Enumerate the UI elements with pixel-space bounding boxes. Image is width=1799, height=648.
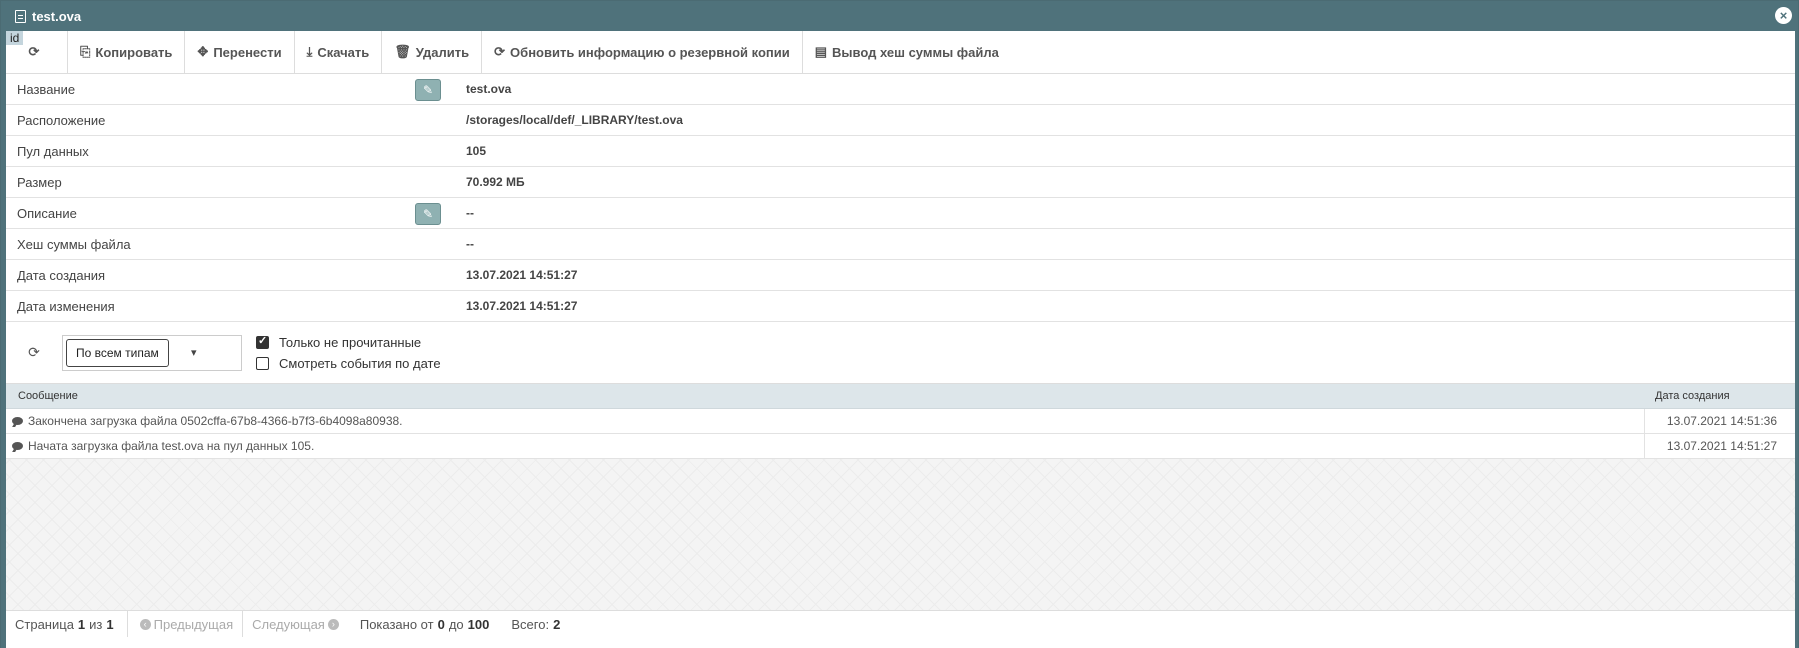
window-title: test.ova xyxy=(32,8,82,24)
next-page-button[interactable]: Следующая › xyxy=(243,611,351,637)
event-date: 13.07.2021 14:51:36 xyxy=(1666,414,1777,428)
prop-row-name: Название ✎ test.ova xyxy=(6,74,1795,105)
window-content: ⟳ ⎘ Копировать ✥ Перенести ⤓ Скачать 🗑 Удали… xyxy=(6,31,1795,648)
refresh-backup-label: Обновить информацию о резервной копии xyxy=(510,44,790,60)
only-unread-option: Только не прочитанные xyxy=(256,334,441,350)
page-of: из xyxy=(89,616,103,632)
shown-label: Показано от xyxy=(359,616,434,632)
toolbar: ⟳ ⎘ Копировать ✥ Перенести ⤓ Скачать 🗑 Удали… xyxy=(6,31,1795,74)
prop-label: Дата создания xyxy=(17,267,106,283)
move-label: Перенести xyxy=(213,44,282,60)
page-count: 1 xyxy=(106,616,114,632)
shown-to-label: до xyxy=(448,616,464,632)
prop-row-size: Размер 70.992 МБ xyxy=(6,167,1795,198)
chevron-down-icon[interactable]: ▾ xyxy=(191,346,197,359)
file-icon xyxy=(15,9,26,23)
event-message: Закончена загрузка файла 0502cffa-67b8-4… xyxy=(28,414,403,428)
refresh-icon: ⟳ xyxy=(494,44,506,59)
by-date-checkbox[interactable] xyxy=(256,356,269,370)
delete-button[interactable]: 🗑 Удалить xyxy=(382,31,483,73)
refresh-backup-button[interactable]: ⟳ Обновить информацию о резервной копии xyxy=(482,31,803,73)
prop-row-pool: Пул данных 105 xyxy=(6,136,1795,167)
prop-value: 105 xyxy=(466,144,487,158)
total-value: 2 xyxy=(553,616,561,632)
edit-description-button[interactable]: ✎ xyxy=(415,203,441,225)
copy-button[interactable]: ⎘ Копировать xyxy=(68,31,186,73)
download-button[interactable]: ⤓ Скачать xyxy=(295,31,383,73)
prop-value: 13.07.2021 14:51:27 xyxy=(466,299,578,313)
refresh-icon: ⟳ xyxy=(28,344,40,360)
trash-icon: 🗑 xyxy=(394,44,411,59)
total-count: Всего: 2 xyxy=(502,611,573,637)
delete-label: Удалить xyxy=(415,44,470,60)
move-button[interactable]: ✥ Перенести xyxy=(185,31,295,73)
filter-checkboxes: Только не прочитанные Смотреть события п… xyxy=(256,334,441,371)
table-row[interactable]: Закончена загрузка файла 0502cffa-67b8-4… xyxy=(6,409,1795,434)
prop-label: Название xyxy=(17,81,76,97)
prop-row-created: Дата создания 13.07.2021 14:51:27 xyxy=(6,260,1795,291)
only-unread-label: Только не прочитанные xyxy=(279,334,422,350)
download-icon: ⤓ xyxy=(306,44,313,59)
refresh-icon: ⟳ xyxy=(28,44,40,59)
table-row[interactable]: Начата загрузка файла test.ova на пул да… xyxy=(6,434,1795,459)
only-unread-checkbox[interactable] xyxy=(256,334,269,349)
prop-label: Расположение xyxy=(17,112,106,128)
copy-icon: ⎘ xyxy=(80,44,91,59)
prev-label: Предыдущая xyxy=(153,616,234,632)
file-hash-icon: ▤ xyxy=(814,44,828,59)
grid-empty-area xyxy=(6,459,1795,611)
window-titlebar: test.ova × xyxy=(1,1,1798,31)
prop-row-location: Расположение /storages/local/def/_LIBRAR… xyxy=(6,105,1795,136)
shown-range: Показано от 0 до 100 xyxy=(351,611,503,637)
prop-value: -- xyxy=(466,206,474,220)
properties-table: Название ✎ test.ova Расположение /storage… xyxy=(6,74,1795,322)
edit-name-button[interactable]: ✎ xyxy=(415,79,441,101)
prop-label: Хеш суммы файла xyxy=(17,236,131,252)
comment-icon xyxy=(12,442,23,450)
pagination: Страница 1 из 1 ‹ Предыдущая Следующая › Пока… xyxy=(6,611,1795,637)
prop-label: Размер xyxy=(17,174,62,190)
column-message[interactable]: Сообщение xyxy=(6,390,1645,402)
prev-page-button[interactable]: ‹ Предыдущая xyxy=(128,611,244,637)
page-number: 1 xyxy=(77,616,86,632)
id-badge: id xyxy=(6,31,24,45)
column-date[interactable]: Дата создания xyxy=(1645,390,1795,402)
type-select[interactable]: По всем типам xyxy=(66,338,169,367)
page-label: Страница xyxy=(15,616,74,632)
next-label: Следующая xyxy=(252,616,325,632)
prop-value: /storages/local/def/_LIBRARY/test.ova xyxy=(466,113,683,127)
shown-to: 100 xyxy=(467,616,490,632)
file-hash-button[interactable]: ▤ Вывод хеш суммы файла xyxy=(803,31,1011,73)
event-date: 13.07.2021 14:51:27 xyxy=(1666,439,1777,453)
file-window: test.ova × ⟳ ⎘ Копировать ✥ Перенести ⤓ Ска… xyxy=(0,0,1799,648)
events-filter-bar: ⟳ По всем типам ▾ Только не прочитанные … xyxy=(6,322,1795,384)
prop-value: test.ova xyxy=(466,82,512,96)
chevron-left-icon: ‹ xyxy=(139,618,151,630)
prop-value: -- xyxy=(466,237,474,251)
page-info: Страница 1 из 1 xyxy=(6,611,128,637)
events-refresh-button[interactable]: ⟳ xyxy=(6,344,62,361)
chevron-right-icon: › xyxy=(327,618,339,630)
total-label: Всего: xyxy=(511,616,550,632)
shown-from: 0 xyxy=(437,616,445,632)
move-icon: ✥ xyxy=(197,44,209,59)
events-grid-header: Сообщение Дата создания xyxy=(6,384,1795,409)
by-date-option: Смотреть события по дате xyxy=(256,356,441,371)
close-icon[interactable]: × xyxy=(1775,7,1792,24)
copy-label: Копировать xyxy=(95,44,173,60)
by-date-label: Смотреть события по дате xyxy=(279,355,441,371)
prop-row-hash: Хеш суммы файла -- xyxy=(6,229,1795,260)
prop-label: Пул данных xyxy=(17,143,89,159)
prop-row-modified: Дата изменения 13.07.2021 14:51:27 xyxy=(6,291,1795,322)
prop-value: 13.07.2021 14:51:27 xyxy=(466,268,578,282)
download-label: Скачать xyxy=(317,44,370,60)
file-hash-label: Вывод хеш суммы файла xyxy=(832,44,999,60)
comment-icon xyxy=(12,417,23,425)
type-filter: По всем типам ▾ xyxy=(62,334,242,371)
event-message: Начата загрузка файла test.ova на пул да… xyxy=(28,439,315,453)
prop-label: Дата изменения xyxy=(17,298,115,314)
prop-row-description: Описание ✎ -- xyxy=(6,198,1795,229)
prop-label: Описание xyxy=(17,205,77,221)
prop-value: 70.992 МБ xyxy=(466,175,525,189)
